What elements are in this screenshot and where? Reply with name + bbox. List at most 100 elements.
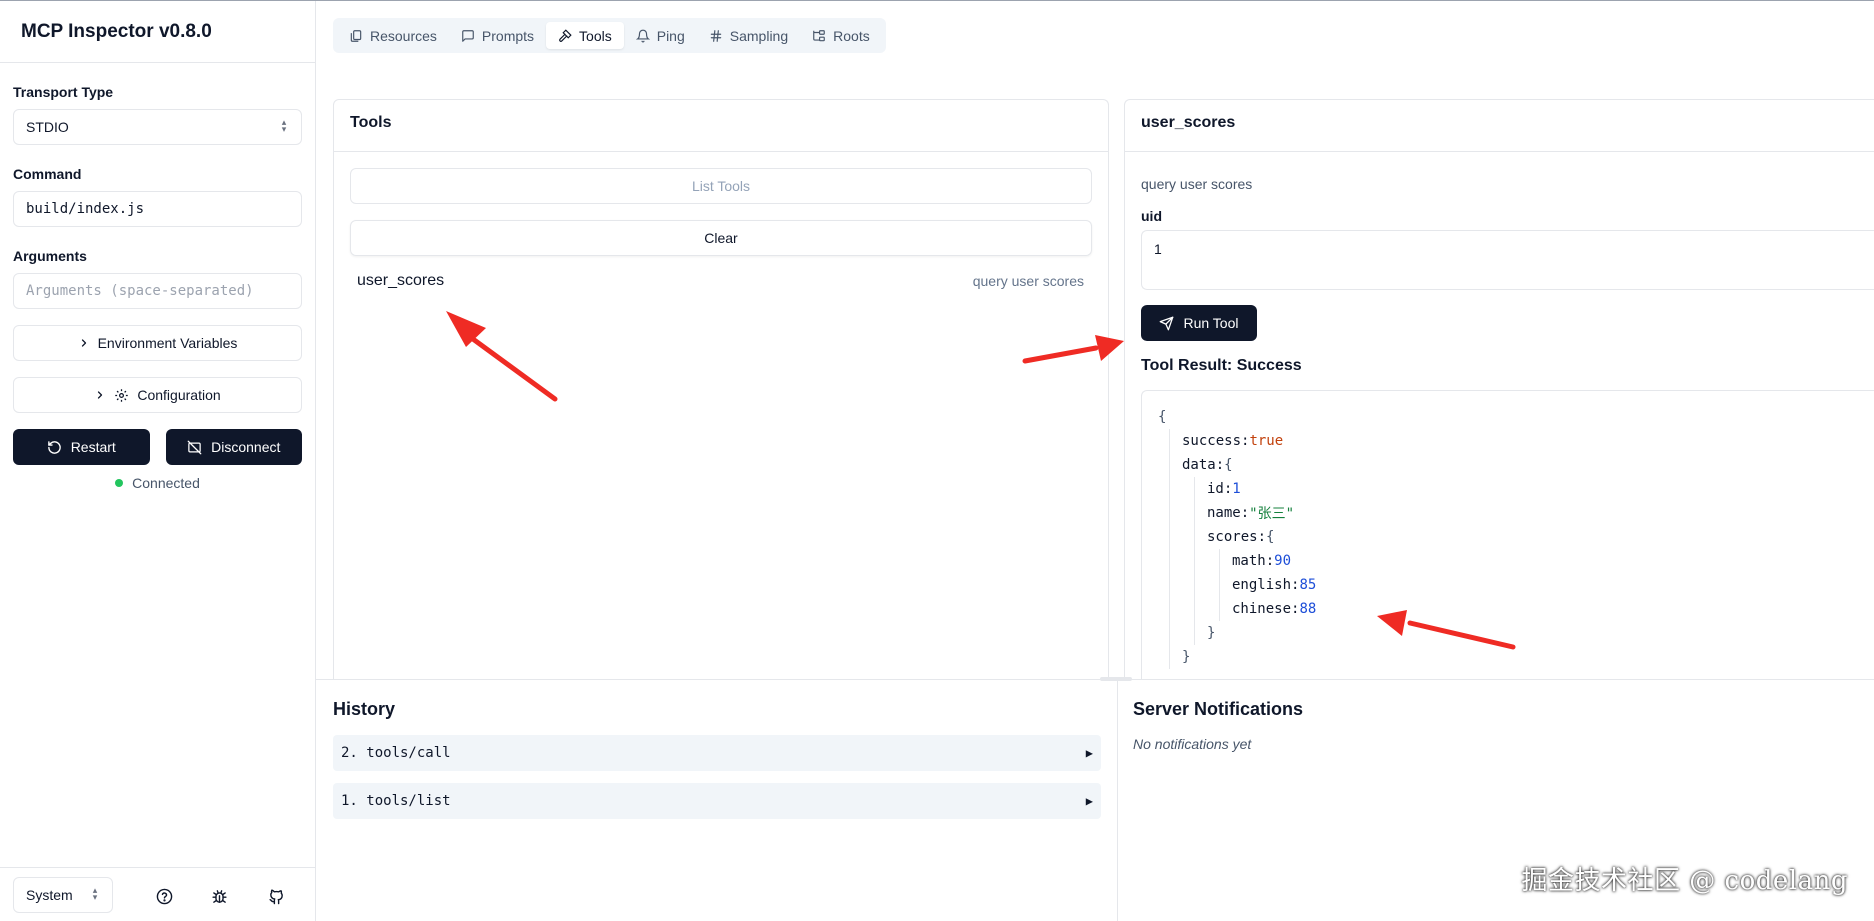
indent-guide: [1194, 549, 1195, 573]
indent-guide: [1169, 549, 1170, 573]
hammer-icon: [558, 28, 572, 43]
json-punct: }: [1207, 625, 1216, 641]
app-title: MCP Inspector v0.8.0: [0, 1, 315, 63]
connection-status: Connected: [13, 475, 302, 491]
restart-label: Restart: [70, 439, 116, 455]
tab-resources[interactable]: Resources: [337, 22, 449, 49]
indent-guide: [1194, 525, 1195, 549]
run-tool-label: Run Tool: [1183, 315, 1239, 331]
expand-triangle-icon: ▶: [1085, 794, 1093, 808]
status-text: Connected: [132, 475, 200, 491]
indent-guide: [1169, 645, 1170, 669]
indent-guide: [1219, 597, 1220, 621]
arguments-input[interactable]: Arguments (space-separated): [13, 273, 302, 309]
json-value: 1: [1232, 481, 1241, 497]
watermark: 掘金技术社区 @ codelang: [1521, 866, 1848, 896]
transport-type-value: STDIO: [26, 119, 69, 135]
tab-tools[interactable]: Tools: [546, 22, 624, 49]
clear-button[interactable]: Clear: [350, 220, 1092, 256]
json-line: }: [1158, 645, 1868, 669]
param-uid-label: uid: [1141, 208, 1162, 224]
mcp-inspector-window: MCP Inspector v0.8.0 Transport Type STDI…: [0, 0, 1874, 921]
param-uid-input[interactable]: 1: [1141, 230, 1874, 290]
command-input[interactable]: build/index.js: [13, 191, 302, 227]
json-line: english: 85: [1158, 573, 1868, 597]
json-line: name: "张三": [1158, 501, 1868, 525]
tab-roots[interactable]: Roots: [800, 22, 882, 49]
tab-ping-label: Ping: [656, 27, 685, 44]
indent-guide: [1194, 477, 1195, 501]
history-item[interactable]: 1. tools/list ▶: [333, 783, 1101, 819]
chevron-right-icon: [78, 337, 90, 349]
list-tools-button[interactable]: List Tools: [350, 168, 1092, 204]
transport-type-label: Transport Type: [13, 84, 114, 100]
json-key: english:: [1232, 577, 1300, 593]
expand-triangle-icon: ▶: [1085, 746, 1093, 760]
help-circle-icon[interactable]: [154, 886, 174, 906]
json-line: scores:{: [1158, 525, 1868, 549]
indent-guide: [1169, 597, 1170, 621]
status-dot-icon: [115, 479, 124, 487]
chevrons-up-down-icon: ▴ ▾: [92, 885, 98, 902]
json-line: success: true: [1158, 429, 1868, 453]
history-title: History: [333, 699, 396, 719]
theme-value: System: [26, 887, 73, 903]
theme-select[interactable]: System ▴ ▾: [13, 877, 113, 913]
indent-guide: [1194, 597, 1195, 621]
tab-ping[interactable]: Ping: [624, 22, 697, 49]
tool-detail-description: query user scores: [1141, 176, 1253, 192]
rotate-ccw-icon: [47, 440, 62, 455]
files-icon: [349, 29, 363, 43]
json-value: "张三": [1249, 506, 1295, 522]
tool-result-json: { success: true data:{ id: 1 name: "张三" sco…: [1141, 390, 1874, 679]
json-key: name:: [1207, 505, 1250, 521]
json-key: scores:: [1207, 529, 1267, 545]
json-line: chinese: 88: [1158, 597, 1868, 621]
json-value: 88: [1299, 601, 1317, 617]
tool-name: user_scores: [357, 272, 445, 289]
disconnect-button[interactable]: Disconnect: [165, 429, 302, 465]
restart-button[interactable]: Restart: [13, 429, 150, 465]
json-key: chinese:: [1232, 601, 1300, 617]
send-icon: [1159, 316, 1174, 331]
bell-icon: [635, 29, 650, 43]
json-key: math:: [1232, 553, 1275, 569]
environment-variables-label: Environment Variables: [97, 335, 238, 351]
indent-guide: [1169, 429, 1170, 453]
tool-list-item[interactable]: user_scores query user scores: [357, 272, 1084, 290]
history-item-label: 2. tools/call: [341, 745, 451, 761]
json-value: 90: [1274, 553, 1292, 569]
environment-variables-button[interactable]: Environment Variables: [13, 325, 302, 361]
tool-detail-panel: user_scores query user scores uid 1 Run …: [1124, 99, 1874, 679]
indent-guide: [1219, 549, 1220, 573]
disconnect-label: Disconnect: [211, 439, 281, 455]
configuration-label: Configuration: [137, 387, 221, 403]
json-key: id:: [1207, 481, 1233, 497]
indent-guide: [1194, 621, 1195, 645]
tab-sampling-label: Sampling: [729, 27, 789, 44]
indent-guide: [1169, 501, 1170, 525]
chevron-right-icon: [94, 389, 106, 401]
github-icon[interactable]: [266, 886, 286, 906]
unplug-icon: [187, 440, 202, 455]
notifications-title: Server Notifications: [1133, 699, 1304, 719]
tool-detail-title: user_scores: [1125, 100, 1874, 152]
json-line: }: [1158, 621, 1868, 645]
tool-result-title: Tool Result: Success: [1141, 357, 1302, 374]
run-tool-button[interactable]: Run Tool: [1141, 305, 1257, 341]
sidebar-footer: System ▴ ▾: [0, 867, 315, 921]
configuration-button[interactable]: Configuration: [13, 377, 302, 413]
json-line: id: 1: [1158, 477, 1868, 501]
gear-icon: [114, 388, 129, 403]
sidebar: MCP Inspector v0.8.0 Transport Type STDI…: [0, 1, 316, 921]
bug-icon[interactable]: [209, 886, 229, 906]
history-item[interactable]: 2. tools/call ▶: [333, 735, 1101, 771]
json-line: math: 90: [1158, 549, 1868, 573]
tools-panel-title: Tools: [334, 100, 1108, 152]
json-punct: {: [1158, 409, 1167, 425]
message-icon: [461, 29, 475, 43]
transport-type-select[interactable]: STDIO ▴ ▾: [13, 109, 302, 145]
indent-guide: [1219, 573, 1220, 597]
tab-sampling[interactable]: Sampling: [697, 22, 800, 49]
tab-prompts[interactable]: Prompts: [449, 22, 546, 49]
